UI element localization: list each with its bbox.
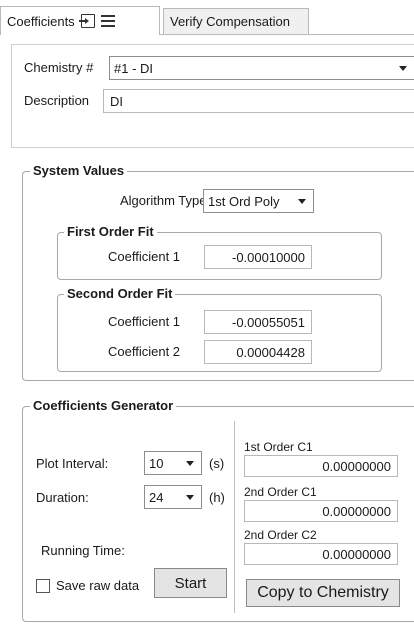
tab-verify-compensation[interactable]: Verify Compensation: [163, 8, 309, 34]
chevron-down-icon: [186, 495, 194, 500]
duration-unit: (h): [209, 490, 225, 505]
description-label: Description: [24, 93, 90, 108]
description-input[interactable]: DI: [103, 89, 414, 113]
tab-verify-label: Verify Compensation: [170, 14, 290, 29]
tab-coefficients[interactable]: Coefficients: [0, 6, 160, 35]
save-raw-data-label: Save raw data: [56, 578, 140, 593]
tab-strip: Coefficients Verify Compensation: [0, 0, 414, 35]
second-order-c2-label: Coefficient 2: [108, 344, 181, 359]
system-values-group: System Values Algorithm Type 1st Ord Pol…: [22, 163, 414, 381]
second-order-fit-title: Second Order Fit: [64, 286, 176, 301]
plot-interval-value: 10: [149, 455, 164, 471]
second-order-c1-label: Coefficient 1: [108, 314, 181, 329]
coefficients-generator-group: Coefficients Generator Plot Interval: 10…: [22, 398, 414, 622]
coefficients-generator-title: Coefficients Generator: [30, 398, 177, 413]
tab-coefficients-label: Coefficients: [7, 13, 75, 29]
duration-select[interactable]: 24: [144, 485, 202, 509]
result-second-c2-input[interactable]: 0.00000000: [244, 543, 398, 565]
plot-interval-label: Plot Interval:: [36, 456, 109, 471]
algorithm-type-label: Algorithm Type: [120, 193, 207, 208]
second-order-c1-input[interactable]: -0.00055051: [204, 310, 312, 334]
chevron-down-icon: [186, 461, 194, 466]
result-first-c1-input[interactable]: 0.00000000: [244, 455, 398, 477]
plot-interval-select[interactable]: 10: [144, 451, 202, 475]
chevron-down-icon: [298, 199, 306, 204]
result-first-c1-label: 1st Order C1: [244, 440, 313, 454]
chemistry-panel: Chemistry # #1 - DI Description DI: [11, 44, 414, 148]
export-icon[interactable]: [78, 14, 95, 28]
algorithm-type-select[interactable]: 1st Ord Poly: [203, 189, 314, 213]
first-order-fit-title: First Order Fit: [64, 224, 157, 239]
result-second-c1-label: 2nd Order C1: [244, 485, 317, 499]
chemistry-selected: #1 - DI: [114, 60, 154, 76]
copy-to-chemistry-button[interactable]: Copy to Chemistry: [246, 579, 400, 607]
duration-value: 24: [149, 489, 164, 505]
second-order-fit-group: Second Order Fit Coefficient 1 -0.000550…: [57, 286, 382, 372]
menu-icon[interactable]: [100, 15, 115, 27]
result-second-c1-input[interactable]: 0.00000000: [244, 500, 398, 522]
chemistry-label: Chemistry #: [24, 60, 94, 75]
start-button[interactable]: Start: [154, 568, 227, 598]
first-order-c1-label: Coefficient 1: [108, 249, 181, 264]
running-time-label: Running Time:: [41, 543, 125, 558]
chemistry-select[interactable]: #1 - DI: [109, 56, 414, 80]
result-second-c2-label: 2nd Order C2: [244, 528, 317, 542]
first-order-fit-group: First Order Fit Coefficient 1 -0.0001000…: [57, 224, 382, 280]
algorithm-type-value: 1st Ord Poly: [208, 193, 280, 209]
plot-interval-unit: (s): [209, 456, 225, 471]
first-order-c1-input[interactable]: -0.00010000: [204, 245, 312, 269]
generator-divider: [234, 421, 235, 613]
second-order-c2-input[interactable]: 0.00004428: [204, 340, 312, 364]
duration-label: Duration:: [36, 490, 89, 505]
system-values-title: System Values: [30, 163, 128, 178]
save-raw-data-checkbox[interactable]: [36, 579, 50, 593]
chevron-down-icon: [399, 66, 407, 71]
